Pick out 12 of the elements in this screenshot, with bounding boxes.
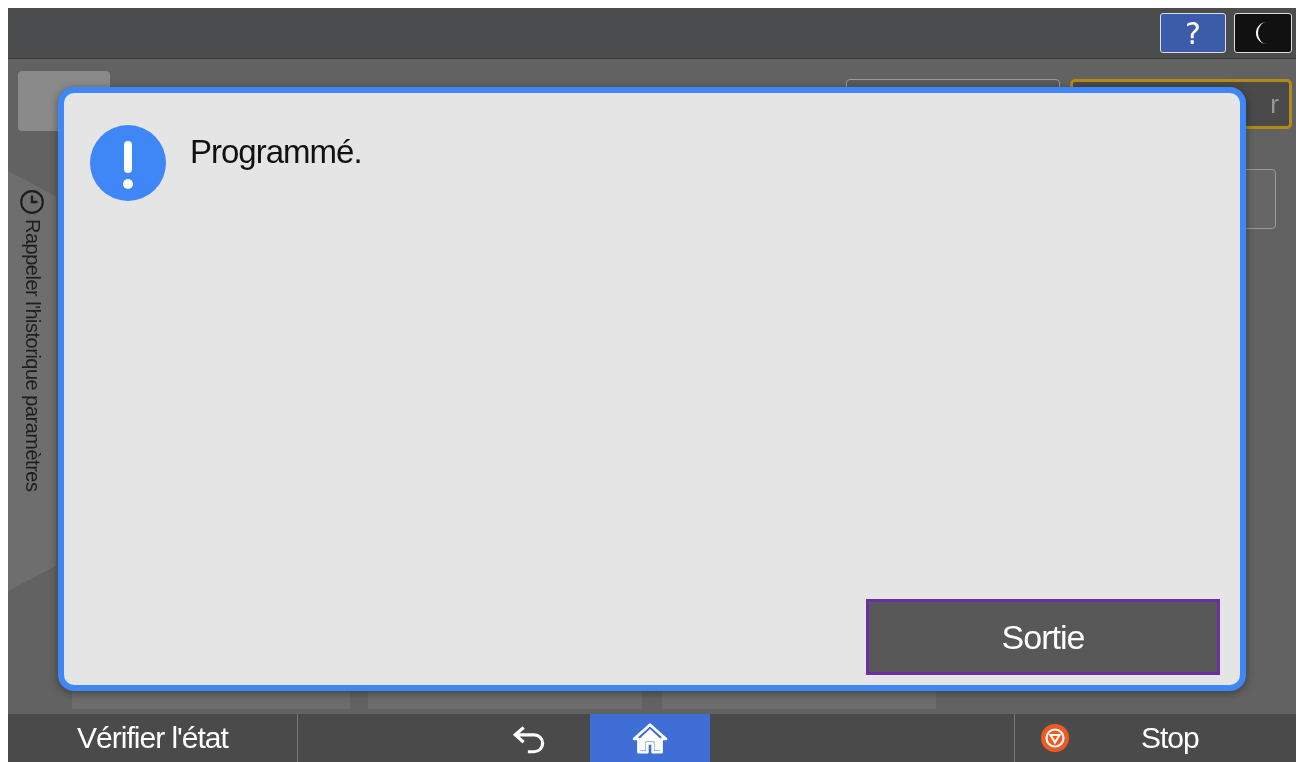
- stop-button[interactable]: Stop: [1014, 714, 1296, 762]
- home-button[interactable]: [590, 714, 710, 762]
- sleep-button[interactable]: [1234, 13, 1292, 53]
- stop-icon: [1041, 724, 1069, 752]
- exit-button[interactable]: Sortie: [866, 599, 1220, 675]
- help-button[interactable]: ?: [1160, 13, 1226, 53]
- clock-icon: [19, 189, 45, 215]
- check-status-button[interactable]: Vérifier l'état: [8, 714, 298, 762]
- side-tab-label: Rappeler l'historique paramètres: [20, 219, 44, 492]
- home-icon: [631, 722, 669, 754]
- exclamation-icon: [90, 125, 166, 201]
- dialog-message: Programmé.: [190, 133, 362, 171]
